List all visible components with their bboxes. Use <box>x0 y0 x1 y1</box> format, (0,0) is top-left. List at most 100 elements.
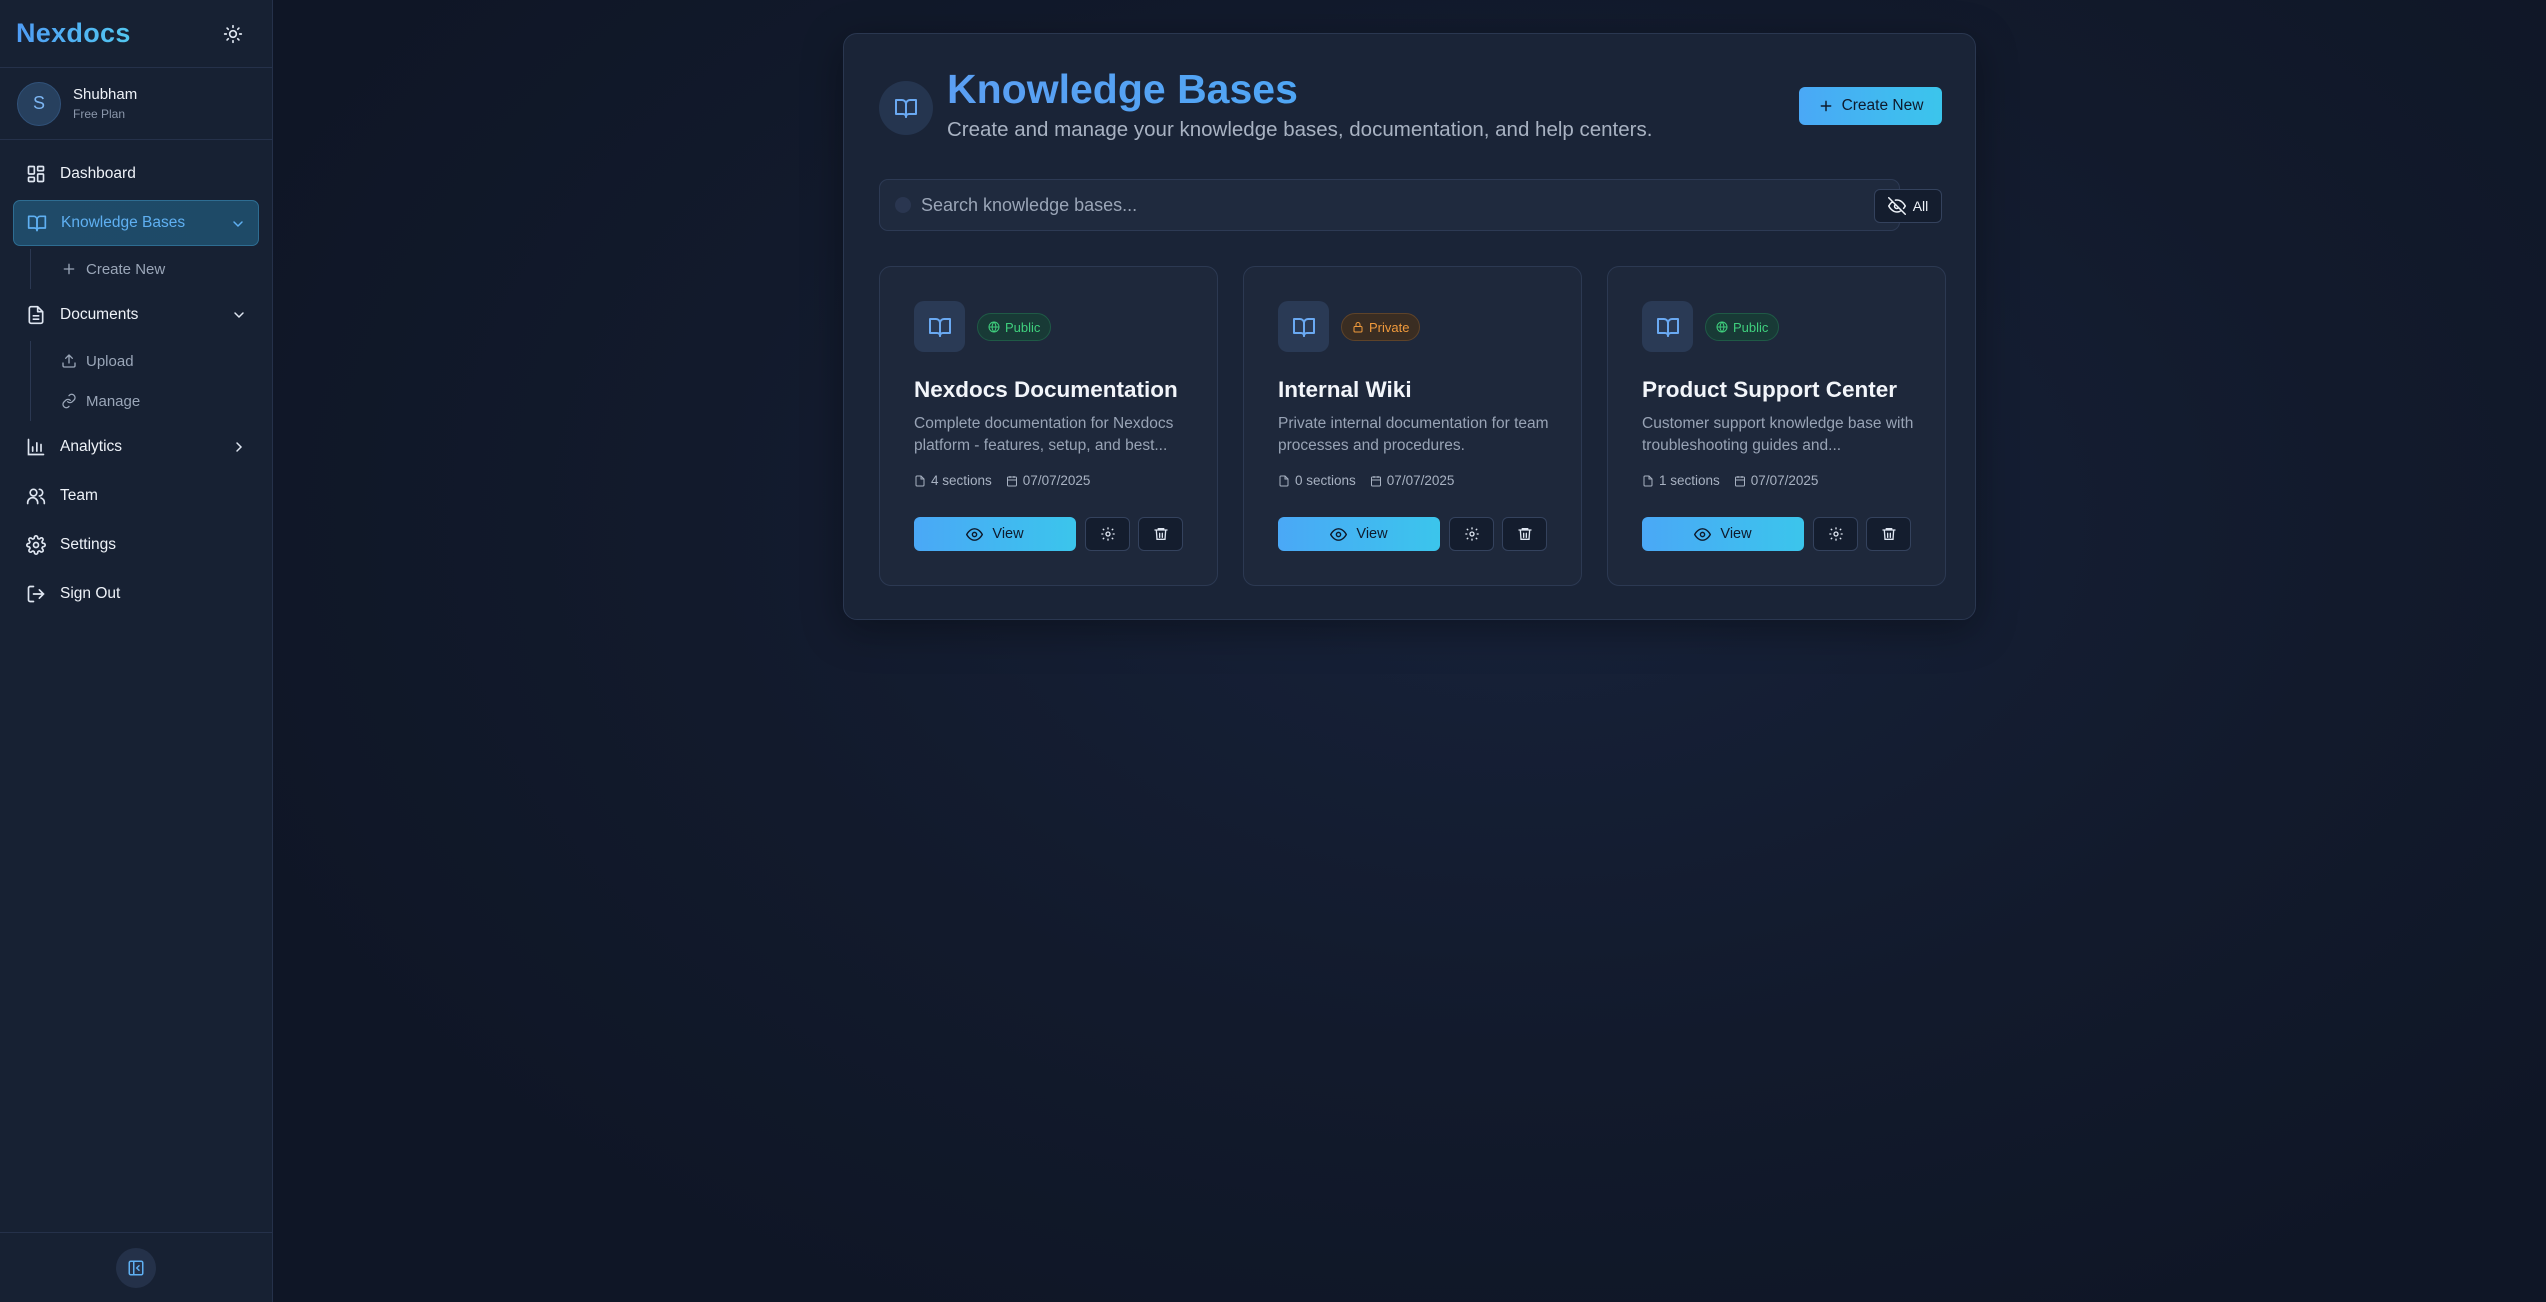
sections-count: 0 sections <box>1278 473 1356 488</box>
avatar: S <box>17 81 61 126</box>
sections-label: 4 sections <box>931 473 992 488</box>
theme-toggle-button[interactable] <box>220 21 246 47</box>
gear-icon <box>1100 527 1115 541</box>
knowledge-base-card: Public Product Support Center Customer s… <box>1607 266 1946 586</box>
book-icon <box>1278 301 1329 352</box>
link-icon <box>62 393 76 409</box>
card-description: Private internal documentation for team … <box>1278 415 1549 454</box>
book-icon <box>1642 301 1693 352</box>
page-title: Knowledge Bases <box>947 66 1298 112</box>
eye-icon <box>1330 527 1348 541</box>
status-badge: Public <box>977 313 1052 341</box>
delete-button[interactable] <box>1866 517 1911 551</box>
globe-icon <box>988 321 1000 333</box>
knowledge-bases-panel: Knowledge Bases Create and manage your k… <box>843 33 1976 620</box>
page-subtitle: Create and manage your knowledge bases, … <box>947 118 1653 141</box>
sidebar-item-dashboard[interactable]: Dashboard <box>13 151 259 197</box>
sidebar-item-label: Team <box>60 487 98 504</box>
card-description: Complete documentation for Nexdocs platf… <box>914 415 1174 454</box>
user-meta: Shubham Free Plan <box>73 86 137 121</box>
delete-button[interactable] <box>1138 517 1183 551</box>
sections-label: 0 sections <box>1295 473 1356 488</box>
lock-icon <box>1353 322 1363 333</box>
create-new-label: Create New <box>1841 97 1924 114</box>
create-new-button[interactable]: Create New <box>1799 87 1942 125</box>
card-description: Customer support knowledge base with tro… <box>1642 415 1914 454</box>
sidebar-subitem-label: Create New <box>86 260 166 278</box>
date-label: 07/07/2025 <box>1750 473 1819 488</box>
card-meta: 0 sections 07/07/2025 <box>1278 473 1454 488</box>
sidebar-item-sign-out[interactable]: Sign Out <box>13 571 259 617</box>
visibility-filter-button[interactable]: All <box>1874 189 1942 223</box>
delete-button[interactable] <box>1502 517 1547 551</box>
search-bar <box>879 179 1900 231</box>
sections-count: 4 sections <box>914 473 992 488</box>
bar-chart-icon <box>27 438 45 456</box>
badge-label: Public <box>1733 319 1769 335</box>
file-icon <box>28 305 44 325</box>
chevron-down-icon[interactable] <box>231 307 247 323</box>
sidebar-collapse-button[interactable] <box>116 1247 156 1288</box>
sidebar: Nexdocs S Shubham Free Plan Dashboard Kn… <box>0 0 273 1302</box>
view-button[interactable]: View <box>914 517 1076 551</box>
sidebar-item-label: Documents <box>60 306 139 323</box>
settings-button[interactable] <box>1813 517 1858 551</box>
status-badge: Public <box>1705 313 1780 341</box>
search-input[interactable] <box>921 194 1821 216</box>
calendar-icon <box>1734 475 1745 486</box>
sidebar-item-team[interactable]: Team <box>13 473 259 519</box>
sidebar-item-knowledge-bases[interactable]: Knowledge Bases <box>13 200 259 246</box>
brand-row: Nexdocs <box>0 0 272 68</box>
sidebar-item-analytics[interactable]: Analytics <box>13 424 259 470</box>
calendar-icon <box>1370 475 1381 486</box>
sidebar-item-settings[interactable]: Settings <box>13 522 259 568</box>
card-title: Nexdocs Documentation <box>914 377 1178 402</box>
file-icon <box>1643 475 1653 486</box>
chevron-right-icon[interactable] <box>231 439 247 455</box>
card-meta: 1 sections 07/07/2025 <box>1642 473 1818 488</box>
settings-button[interactable] <box>1085 517 1130 551</box>
knowledge-base-cards: Public Nexdocs Documentation Complete do… <box>879 266 1946 586</box>
plus-icon <box>63 263 75 275</box>
trash-icon <box>1517 528 1532 540</box>
sidebar-item-label: Dashboard <box>60 165 136 182</box>
gear-icon <box>1828 527 1843 541</box>
date-label: 07/07/2025 <box>1022 473 1091 488</box>
file-icon <box>915 475 925 486</box>
globe-icon <box>1716 321 1728 333</box>
sidebar-collapse-icon <box>128 1260 144 1275</box>
user-profile[interactable]: S Shubham Free Plan <box>0 68 272 140</box>
sidebar-subitem-label: Upload <box>86 352 134 370</box>
sidebar-subitem-upload[interactable]: Upload <box>31 341 272 381</box>
card-title: Internal Wiki <box>1278 377 1412 402</box>
gear-icon <box>26 535 46 555</box>
view-button[interactable]: View <box>1642 517 1804 551</box>
knowledge-bases-submenu: Create New <box>30 249 272 289</box>
trash-icon <box>1881 528 1896 540</box>
sidebar-nav: Dashboard Knowledge Bases Create New Doc… <box>0 140 272 617</box>
sidebar-subitem-manage[interactable]: Manage <box>31 381 272 421</box>
eye-icon <box>966 527 984 541</box>
logout-icon <box>27 585 45 603</box>
sidebar-item-label: Knowledge Bases <box>61 214 186 231</box>
calendar-icon <box>1006 475 1017 486</box>
view-label: View <box>1720 526 1752 542</box>
sidebar-subitem-create-new[interactable]: Create New <box>31 249 272 289</box>
settings-button[interactable] <box>1449 517 1494 551</box>
sidebar-item-documents[interactable]: Documents <box>13 292 259 338</box>
chevron-down-icon[interactable] <box>230 216 246 232</box>
card-title: Product Support Center <box>1642 377 1898 402</box>
brand-logo[interactable]: Nexdocs <box>16 18 131 49</box>
sidebar-subitem-label: Manage <box>86 392 141 410</box>
view-label: View <box>992 526 1024 542</box>
eye-icon <box>1694 527 1712 541</box>
documents-submenu: Upload Manage <box>30 341 272 421</box>
card-meta: 4 sections 07/07/2025 <box>914 473 1090 488</box>
card-date: 07/07/2025 <box>1006 473 1091 488</box>
view-button[interactable]: View <box>1278 517 1440 551</box>
book-icon <box>27 215 47 232</box>
date-label: 07/07/2025 <box>1386 473 1455 488</box>
sidebar-item-label: Analytics <box>60 438 123 455</box>
upload-icon <box>62 354 76 368</box>
card-date: 07/07/2025 <box>1734 473 1819 488</box>
